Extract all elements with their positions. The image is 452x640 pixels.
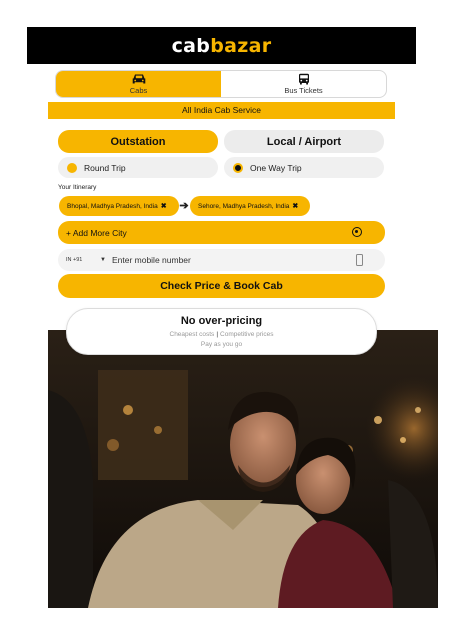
logo-part-cab: cab — [171, 34, 211, 57]
remove-to-city-icon[interactable]: ✖ — [292, 202, 298, 210]
pricing-title: No over-pricing — [180, 315, 263, 327]
country-code-selector[interactable]: IN +91 — [66, 257, 100, 263]
tab-cabs-label: Cabs — [129, 86, 148, 95]
service-tabs: Cabs Bus Tickets — [55, 70, 387, 98]
remove-from-city-icon[interactable]: ✖ — [161, 202, 167, 210]
pricing-line-1: Cheapest costs | Competitive prices — [67, 331, 376, 338]
tab-bus-tickets[interactable]: Bus Tickets — [221, 71, 386, 97]
mobile-number-field: IN +91 ▼ — [58, 249, 385, 271]
location-target-icon[interactable] — [352, 227, 362, 237]
add-more-city-label: + Add More City — [66, 227, 127, 238]
outstation-button[interactable]: Outstation — [58, 130, 218, 153]
local-airport-button[interactable]: Local / Airport — [224, 130, 384, 153]
pricing-cheapest: Cheapest costs — [169, 331, 215, 338]
cabbazar-logo[interactable]: cabbazar — [172, 35, 272, 57]
app-header: cabbazar — [27, 27, 416, 64]
couple-in-taxi-photo — [48, 330, 438, 608]
pricing-competitive: Competitive prices — [220, 331, 274, 338]
round-trip-option[interactable]: Round Trip — [58, 157, 218, 178]
from-city-chip[interactable]: Bhopal, Madhya Pradesh, India ✖ — [59, 196, 179, 216]
one-way-trip-radio[interactable] — [233, 162, 243, 173]
to-city-chip[interactable]: Sehore, Madhya Pradesh, India ✖ — [190, 196, 310, 216]
bus-icon — [298, 73, 309, 85]
check-price-book-cab-button[interactable]: Check Price & Book Cab — [58, 274, 385, 298]
one-way-trip-option[interactable]: One Way Trip — [224, 157, 384, 178]
add-more-city-button[interactable]: + Add More City — [58, 221, 385, 244]
from-city-name: Bhopal, Madhya Pradesh, India — [67, 202, 158, 210]
itinerary-label: Your Itinerary — [58, 184, 97, 191]
mobile-phone-icon — [356, 254, 363, 266]
tab-bus-tickets-label: Bus Tickets — [284, 86, 323, 95]
route-arrow-icon: ➔ — [179, 200, 189, 212]
car-icon — [132, 74, 145, 84]
no-over-pricing-card: No over-pricing Cheapest costs | Competiti… — [66, 308, 377, 355]
one-way-trip-label: One Way Trip — [250, 162, 302, 173]
logo-part-bazar: bazar — [210, 34, 272, 57]
pricing-divider: | — [216, 331, 219, 338]
service-banner: All India Cab Service — [48, 102, 395, 119]
round-trip-radio[interactable] — [67, 162, 77, 173]
country-code-dropdown-icon[interactable]: ▼ — [100, 257, 106, 263]
to-city-name: Sehore, Madhya Pradesh, India — [198, 202, 290, 210]
tab-cabs[interactable]: Cabs — [56, 71, 221, 97]
round-trip-label: Round Trip — [84, 162, 126, 173]
mobile-number-input[interactable] — [111, 255, 332, 265]
pricing-line-2: Pay as you go — [200, 341, 243, 348]
